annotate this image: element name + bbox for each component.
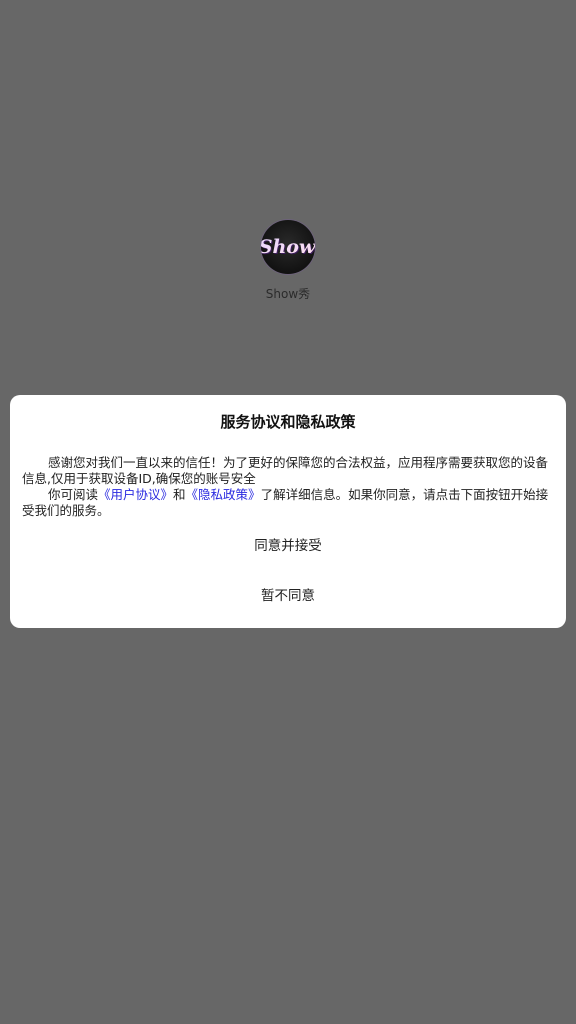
consent-paragraph: 感谢您对我们一直以来的信任！为了更好的保障您的合法权益，应用程序需要获取您的设备… bbox=[22, 455, 549, 486]
and-text: 和 bbox=[173, 487, 186, 502]
accept-button[interactable]: 同意并接受 bbox=[10, 530, 566, 562]
app-name: Show秀 bbox=[265, 287, 311, 301]
logo-text: Show bbox=[261, 236, 315, 258]
agreement-prefix: 你可阅读 bbox=[48, 487, 99, 502]
dialog-body: 感谢您对我们一直以来的信任！为了更好的保障您的合法权益，应用程序需要获取您的设备… bbox=[22, 455, 556, 519]
privacy-dialog: 服务协议和隐私政策 感谢您对我们一直以来的信任！为了更好的保障您的合法权益，应用… bbox=[10, 395, 566, 628]
dialog-title: 服务协议和隐私政策 bbox=[220, 413, 356, 431]
user-agreement-link[interactable]: 《用户协议》 bbox=[98, 487, 173, 502]
app-logo-icon: Show Show bbox=[261, 220, 315, 274]
decline-button[interactable]: 暂不同意 bbox=[10, 580, 566, 612]
agreement-paragraph: 你可阅读《用户协议》和《隐私政策》了解详细信息。如果你同意，请点击下面按钮开始接… bbox=[22, 487, 556, 519]
show-logo-graphic: Show Show bbox=[261, 236, 315, 259]
privacy-policy-link[interactable]: 《隐私政策》 bbox=[186, 487, 261, 502]
